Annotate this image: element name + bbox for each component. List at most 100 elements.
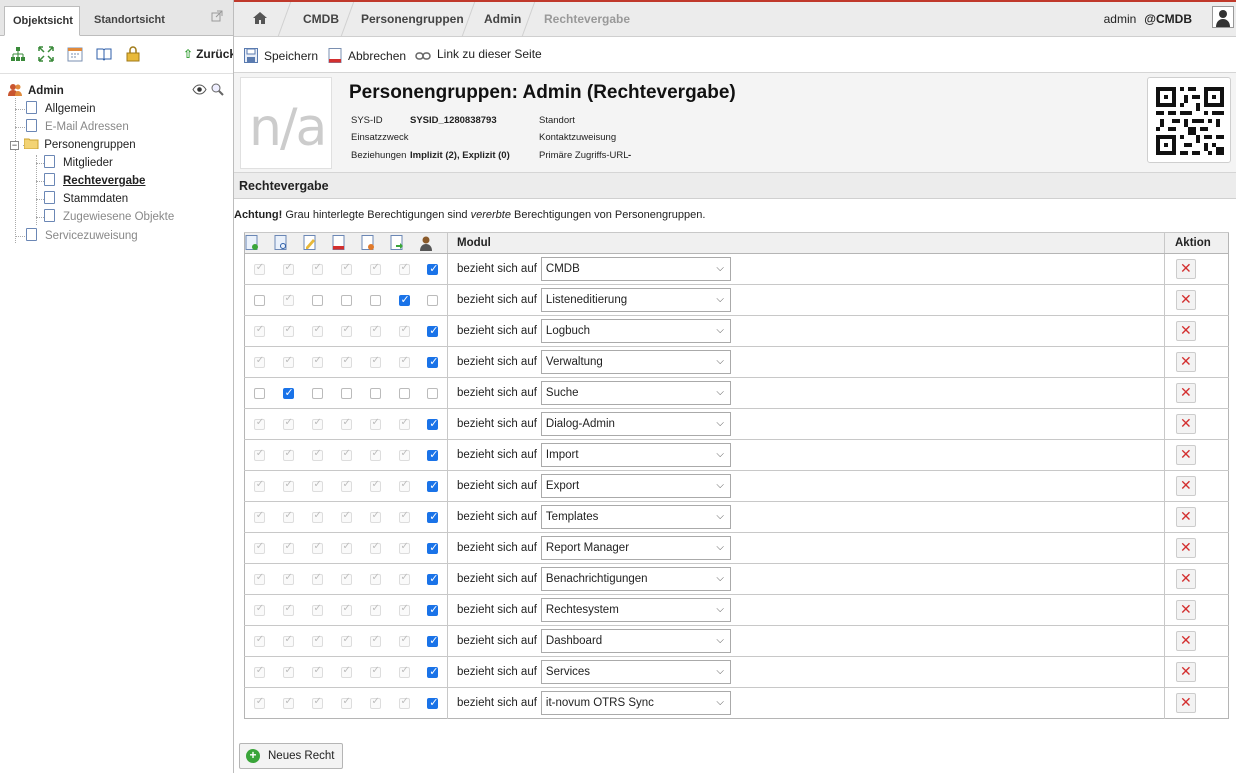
- cancel-button[interactable]: Abbrechen: [328, 48, 406, 63]
- perm-cell: [244, 563, 274, 595]
- permission-checkbox[interactable]: [427, 388, 439, 400]
- module-select[interactable]: Dialog-Admin ⌵: [540, 412, 731, 436]
- permission-checkbox[interactable]: [427, 572, 438, 586]
- permission-checkbox[interactable]: [427, 510, 438, 524]
- module-select[interactable]: Listeneditierung ⌵: [540, 288, 731, 312]
- perm-cell: [302, 377, 332, 409]
- module-select[interactable]: it-novum OTRS Sync ⌵: [540, 691, 731, 715]
- delete-right-button[interactable]: [1176, 662, 1196, 682]
- delete-right-button[interactable]: [1176, 507, 1196, 527]
- magnifier-icon[interactable]: [211, 83, 224, 99]
- tree-item-email-adressen[interactable]: E-Mail Adressen: [26, 118, 129, 136]
- permission-checkbox[interactable]: [427, 355, 438, 369]
- delete-right-button[interactable]: [1176, 383, 1196, 403]
- user-avatar-icon[interactable]: [1212, 6, 1234, 28]
- module-select[interactable]: Suche ⌵: [540, 381, 731, 405]
- tree-item-stammdaten[interactable]: Stammdaten: [44, 190, 128, 208]
- permission-checkbox[interactable]: [369, 295, 381, 307]
- module-select[interactable]: Templates ⌵: [540, 505, 731, 529]
- eye-icon[interactable]: [192, 84, 207, 98]
- module-select[interactable]: Verwaltung ⌵: [540, 350, 731, 374]
- save-button[interactable]: Speichern: [244, 48, 318, 63]
- tab-standortsicht[interactable]: Standortsicht: [86, 6, 176, 36]
- delete-right-button[interactable]: [1176, 445, 1196, 465]
- tree-root-admin[interactable]: Admin: [8, 82, 64, 100]
- qr-code-icon[interactable]: [1147, 77, 1231, 163]
- tree-structure-icon[interactable]: [10, 46, 26, 62]
- module-select[interactable]: Import ⌵: [540, 443, 731, 467]
- permission-checkbox[interactable]: [311, 295, 323, 307]
- home-icon[interactable]: [252, 10, 268, 26]
- collapse-toggle-icon[interactable]: −: [10, 141, 19, 150]
- external-link-icon[interactable]: [211, 10, 223, 22]
- delete-right-button[interactable]: [1176, 631, 1196, 651]
- tree-item-rechtevergabe[interactable]: Rechtevergabe: [44, 172, 145, 190]
- tree-item-mitglieder[interactable]: Mitglieder: [44, 154, 113, 172]
- module-select[interactable]: Rechtesystem ⌵: [540, 598, 731, 622]
- delete-right-button[interactable]: [1176, 290, 1196, 310]
- permission-checkbox: [253, 479, 265, 493]
- permission-checkbox: [340, 696, 352, 710]
- module-select[interactable]: Benachrichtigungen ⌵: [540, 567, 731, 591]
- tree-item-servicezuweisung[interactable]: Servicezuweisung: [26, 227, 138, 245]
- permission-checkbox[interactable]: [311, 388, 323, 400]
- permission-checkbox[interactable]: [427, 479, 438, 493]
- perm-cell: [331, 377, 361, 409]
- breadcrumb-admin[interactable]: Admin: [484, 12, 521, 26]
- lock-icon[interactable]: [125, 46, 141, 62]
- tab-objektsicht[interactable]: Objektsicht: [4, 6, 80, 36]
- module-select[interactable]: Logbuch ⌵: [540, 319, 731, 343]
- delete-right-button[interactable]: [1176, 693, 1196, 713]
- delete-right-button[interactable]: [1176, 476, 1196, 496]
- module-select[interactable]: Report Manager ⌵: [540, 536, 731, 560]
- delete-right-button[interactable]: [1176, 414, 1196, 434]
- permission-checkbox: [282, 665, 294, 679]
- permission-checkbox[interactable]: [427, 634, 438, 648]
- calendar-icon[interactable]: [67, 46, 83, 62]
- breadcrumb-personengruppen[interactable]: Personengruppen: [361, 12, 464, 26]
- permission-checkbox[interactable]: [253, 295, 265, 307]
- action-cell: [1164, 439, 1229, 471]
- module-select[interactable]: Dashboard ⌵: [540, 629, 731, 653]
- permission-checkbox[interactable]: [398, 388, 410, 400]
- module-cell: bezieht sich auf Logbuch ⌵: [447, 315, 1165, 347]
- expand-icon[interactable]: [38, 46, 54, 62]
- permission-checkbox[interactable]: [427, 541, 438, 555]
- tree-item-allgemein[interactable]: Allgemein: [26, 100, 96, 118]
- permission-checkbox[interactable]: [427, 295, 439, 307]
- permission-checkbox[interactable]: [340, 388, 352, 400]
- permission-checkbox[interactable]: [427, 665, 438, 679]
- module-select-value: Listeneditierung: [545, 294, 628, 306]
- permission-checkbox[interactable]: [398, 293, 410, 307]
- delete-right-button[interactable]: [1176, 538, 1196, 558]
- permission-checkbox[interactable]: [369, 388, 381, 400]
- new-right-button[interactable]: + Neues Recht: [239, 743, 344, 769]
- delete-right-button[interactable]: [1176, 600, 1196, 620]
- module-select[interactable]: Export ⌵: [540, 474, 731, 498]
- module-select[interactable]: Services ⌵: [540, 660, 731, 684]
- perm-cell: [244, 408, 274, 440]
- link-to-page-button[interactable]: Link zu dieser Seite: [415, 47, 542, 65]
- permission-checkbox[interactable]: [253, 388, 265, 400]
- breadcrumb-cmdb[interactable]: CMDB: [303, 12, 339, 26]
- permission-checkbox[interactable]: [427, 696, 438, 710]
- book-icon[interactable]: [96, 46, 112, 62]
- delete-right-button[interactable]: [1176, 569, 1196, 589]
- back-button[interactable]: ⇧ Zurück: [183, 47, 233, 61]
- permission-checkbox[interactable]: [427, 417, 438, 431]
- tree-item-personengruppen[interactable]: − Personengruppen: [10, 136, 136, 154]
- permission-checkbox: [398, 324, 410, 338]
- perm-cell: [273, 532, 303, 564]
- permission-checkbox[interactable]: [427, 324, 438, 338]
- permission-checkbox[interactable]: [427, 262, 438, 276]
- delete-right-button[interactable]: [1176, 259, 1196, 279]
- permission-checkbox[interactable]: [427, 448, 438, 462]
- delete-right-button[interactable]: [1176, 352, 1196, 372]
- delete-right-button[interactable]: [1176, 321, 1196, 341]
- user-info[interactable]: admin @CMDB: [1104, 12, 1192, 26]
- permission-checkbox[interactable]: [340, 295, 352, 307]
- module-select[interactable]: CMDB ⌵: [540, 257, 731, 281]
- permission-checkbox[interactable]: [427, 603, 438, 617]
- tree-item-zugewiesene-objekte[interactable]: Zugewiesene Objekte: [44, 208, 174, 226]
- permission-checkbox[interactable]: [282, 386, 294, 400]
